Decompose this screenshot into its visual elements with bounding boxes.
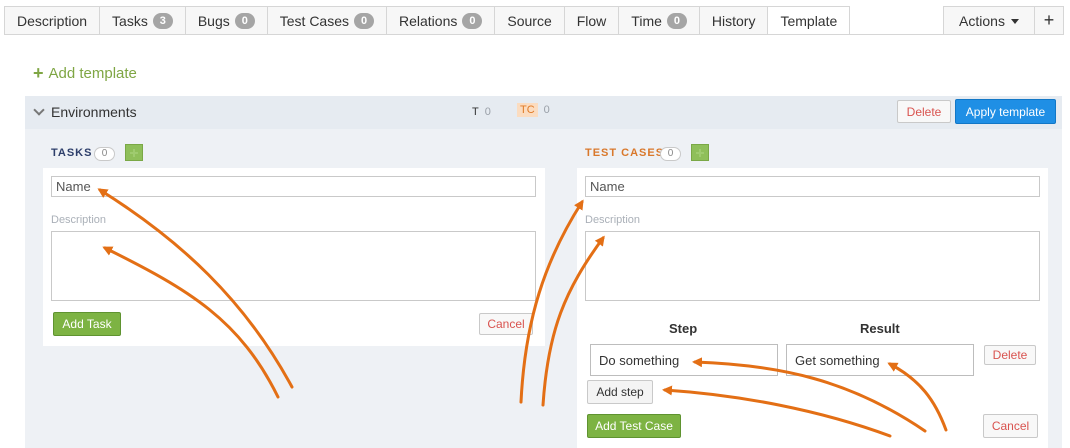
tab-count-badge: 3: [152, 12, 173, 29]
test-case-stat: TC 0: [517, 103, 550, 117]
tab-template[interactable]: Template: [768, 6, 851, 35]
actions-dropdown[interactable]: Actions: [943, 6, 1035, 35]
tab-flow[interactable]: Flow: [564, 6, 620, 35]
caret-down-icon: [1010, 18, 1019, 24]
add-template-link[interactable]: + Add template: [33, 64, 137, 82]
tab-history[interactable]: History: [699, 6, 769, 35]
step-input[interactable]: Do something: [590, 344, 778, 376]
result-column-header: Result: [860, 321, 900, 336]
tab-test-cases[interactable]: Test Cases 0: [267, 6, 387, 35]
chevron-down-icon[interactable]: [33, 104, 45, 116]
test-case-name-input[interactable]: Name: [585, 176, 1040, 197]
tab-bar: Description Tasks 3 Bugs 0 Test Cases 0 Rel…: [4, 6, 851, 35]
add-test-case-icon[interactable]: [691, 144, 709, 161]
add-tab-button[interactable]: +: [1035, 6, 1064, 35]
test-case-form: Name Description Step Result Do somethin…: [577, 168, 1048, 448]
test-case-description-textarea[interactable]: [585, 231, 1040, 301]
test-cases-label: TEST CASES: [585, 147, 665, 159]
test-case-tag: TC: [517, 103, 538, 117]
add-template-label: Add template: [48, 64, 137, 82]
add-task-button[interactable]: Add Task: [53, 312, 121, 336]
tab-count-badge: 0: [234, 12, 255, 29]
add-task-icon[interactable]: [125, 144, 143, 161]
tab-label: Template: [780, 12, 838, 29]
add-test-case-button[interactable]: Add Test Case: [587, 414, 681, 438]
tasks-label: TASKS: [51, 147, 93, 159]
tab-label: Bugs: [197, 12, 230, 29]
tab-time[interactable]: Time 0: [619, 6, 700, 35]
template-header: Environments T0 TC 0 Delete Apply templat…: [25, 96, 1062, 129]
task-stat-count: 0: [484, 106, 491, 118]
tab-description[interactable]: Description: [4, 6, 101, 35]
template-title: Environments: [51, 104, 137, 120]
task-name-input[interactable]: Name: [51, 176, 536, 197]
task-tag: T: [472, 106, 479, 118]
plus-icon: +: [1043, 10, 1055, 30]
tasks-count-badge: 0: [94, 147, 115, 161]
tab-relations[interactable]: Relations 0: [387, 6, 496, 35]
tab-label: Flow: [576, 12, 607, 29]
test-case-stat-count: 0: [543, 104, 550, 116]
task-description-textarea[interactable]: [51, 231, 536, 301]
task-stat: T0: [472, 106, 491, 118]
tab-tasks[interactable]: Tasks 3: [100, 6, 186, 35]
plus-icon: +: [33, 63, 44, 83]
tab-count-badge: 0: [462, 12, 483, 29]
tab-count-badge: 0: [666, 12, 687, 29]
test-cases-count-badge: 0: [660, 147, 681, 161]
task-form: Name Description Add Task Cancel: [43, 168, 545, 346]
tab-label: Relations: [399, 12, 458, 29]
test-case-description-label: Description: [585, 214, 641, 226]
tab-label: Description: [17, 12, 88, 29]
tab-label: Source: [507, 12, 552, 29]
test-case-cancel-button[interactable]: Cancel: [983, 414, 1038, 438]
task-cancel-button[interactable]: Cancel: [479, 313, 533, 335]
delete-template-button[interactable]: Delete: [897, 100, 951, 123]
add-step-button[interactable]: Add step: [587, 380, 653, 404]
delete-step-button[interactable]: Delete: [984, 345, 1036, 365]
task-description-label: Description: [51, 214, 107, 226]
apply-template-button[interactable]: Apply template: [955, 99, 1056, 124]
actions-label: Actions: [959, 12, 1005, 29]
tab-label: Tasks: [112, 12, 148, 29]
tab-count-badge: 0: [354, 12, 374, 29]
step-column-header: Step: [669, 321, 698, 336]
tab-divider: [4, 34, 1062, 35]
tab-bugs[interactable]: Bugs 0: [185, 6, 268, 35]
result-input[interactable]: Get something: [786, 344, 974, 376]
tab-label: History: [711, 12, 756, 29]
tab-source[interactable]: Source: [495, 6, 565, 35]
tab-label: Test Cases: [279, 12, 349, 29]
tab-label: Time: [631, 12, 662, 29]
